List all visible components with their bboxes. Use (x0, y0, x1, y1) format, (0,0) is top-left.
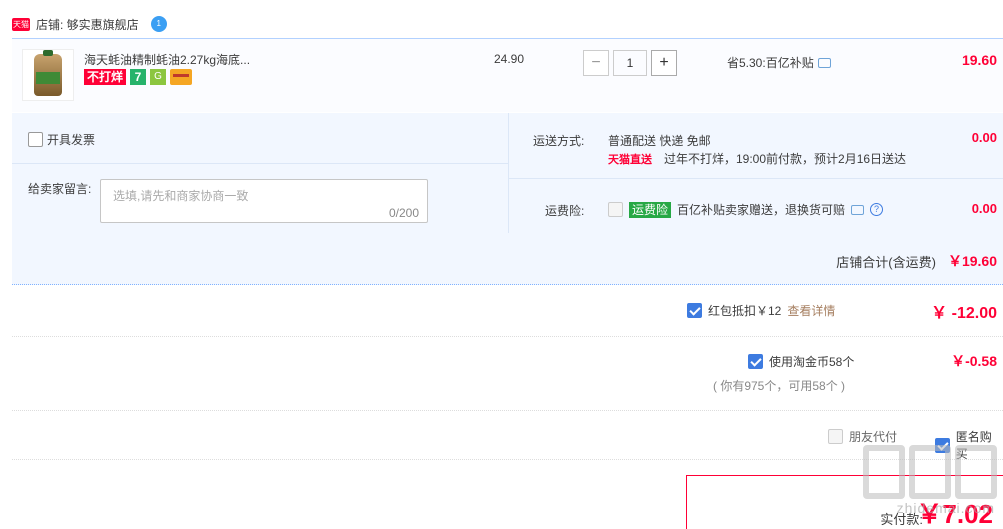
quantity-stepper: − 1 + (583, 50, 677, 76)
invoice-label: 开具发票 (47, 133, 96, 147)
taobao-coin-value: ￥-0.58 (951, 353, 997, 369)
message-label: 给卖家留言: (28, 182, 92, 196)
product-badges: 不打烊 7 G (84, 69, 193, 85)
quantity-input[interactable]: 1 (613, 50, 647, 76)
discount-text: 省5.30:百亿补贴 (727, 56, 814, 70)
store-total-label: 店铺合计(含运费) (836, 254, 936, 270)
invoice-checkbox[interactable] (28, 132, 43, 147)
friend-pay-label: 朋友代付 (849, 430, 898, 444)
view-details-link[interactable]: 查看详情 (787, 302, 835, 319)
store-total: 店铺合计(含运费) ￥19.60 (836, 251, 997, 271)
shipping-method: 普通配送 快递 免邮 (608, 134, 711, 148)
help-icon[interactable]: ? (870, 203, 884, 216)
tmall-direct-logo: 天猫直送 (608, 153, 652, 166)
no-close-badge: 不打烊 (84, 69, 127, 85)
message-char-count: 0/200 (388, 206, 419, 220)
divider (508, 113, 509, 233)
red-packet-label: 红包抵扣￥12 (708, 304, 782, 318)
red-packet-checkbox[interactable] (687, 303, 702, 318)
guarantee-icon: G (150, 69, 167, 85)
product-thumbnail[interactable] (22, 49, 74, 101)
insurance-text: 百亿补贴卖家赠送，退换货可赔 (677, 203, 846, 217)
shipping-fee: 0.00 (971, 130, 997, 145)
comment-icon[interactable] (817, 57, 831, 68)
divider (12, 336, 1003, 337)
message-placeholder: 选填,请先和商家协商一致 (113, 189, 249, 203)
unit-price: 24.90 (494, 52, 525, 66)
delivery-note: 过年不打烊，19:00前付款，预计2月16日送达 (664, 152, 907, 166)
store-total-value: ￥19.60 (947, 253, 997, 269)
taobao-coin-option[interactable]: 使用淘金币58个 (748, 353, 854, 370)
insurance-row: 运费险 百亿补贴卖家赠送，退换货可赔 ? (608, 201, 884, 218)
seller-message-input[interactable]: 选填,请先和商家协商一致 0/200 (100, 179, 428, 223)
taobao-coin-label: 使用淘金币58个 (769, 355, 855, 369)
insurance-badge: 运费险 (629, 201, 672, 218)
friend-pay-option[interactable]: 朋友代付 (828, 428, 897, 445)
store-header: 天猫 店铺: 够实惠旗舰店 1 (12, 14, 167, 34)
seven-day-return-icon: 7 (130, 69, 147, 85)
discount-info: 省5.30:百亿补贴 (727, 54, 831, 71)
watermark-glyph (909, 445, 951, 499)
order-item-row: 海天蚝油精制蚝油2.27kg海底... 不打烊 7 G 24.90 − 1 + … (12, 38, 1003, 112)
item-subtotal: 19.60 (961, 52, 997, 68)
store-name[interactable]: 店铺: 够实惠旗舰店 (36, 16, 139, 33)
credit-card-icon (170, 69, 193, 85)
friend-pay-checkbox[interactable] (828, 429, 843, 444)
red-packet-option[interactable]: 红包抵扣￥12 查看详情 (687, 302, 835, 319)
insurance-label: 运费险: (545, 204, 585, 218)
wangwang-chat-icon[interactable]: 1 (150, 16, 167, 32)
decrease-quantity-button[interactable]: − (583, 50, 609, 76)
watermark-glyph (955, 445, 997, 499)
divider (12, 163, 508, 164)
insurance-checkbox (608, 202, 623, 217)
shipping-label: 运送方式: (533, 134, 585, 148)
increase-quantity-button[interactable]: + (651, 50, 677, 76)
product-title[interactable]: 海天蚝油精制蚝油2.27kg海底... (84, 51, 250, 68)
tmall-direct-row: 天猫直送 过年不打烊，19:00前付款，预计2月16日送达 (608, 150, 906, 167)
watermark-url: zhidemai.com (896, 500, 995, 516)
taobao-coin-checkbox[interactable] (748, 354, 763, 369)
divider (509, 178, 1003, 179)
red-packet-value: ￥ -12.00 (931, 305, 997, 322)
tmall-logo-icon: 天猫 (12, 17, 30, 31)
oyster-sauce-bottle-icon (34, 50, 62, 96)
divider (12, 459, 1003, 460)
watermark-logo (863, 445, 997, 499)
comment-icon[interactable] (851, 204, 865, 215)
order-options-panel: 开具发票 给卖家留言: 选填,请先和商家协商一致 0/200 运送方式: 普通配… (12, 113, 1003, 285)
insurance-fee: 0.00 (971, 201, 997, 216)
taobao-coin-note: ( 你有975个，可用58个 ) (713, 379, 846, 393)
divider (12, 410, 1003, 411)
invoice-option[interactable]: 开具发票 (28, 131, 95, 148)
watermark-glyph (863, 445, 905, 499)
